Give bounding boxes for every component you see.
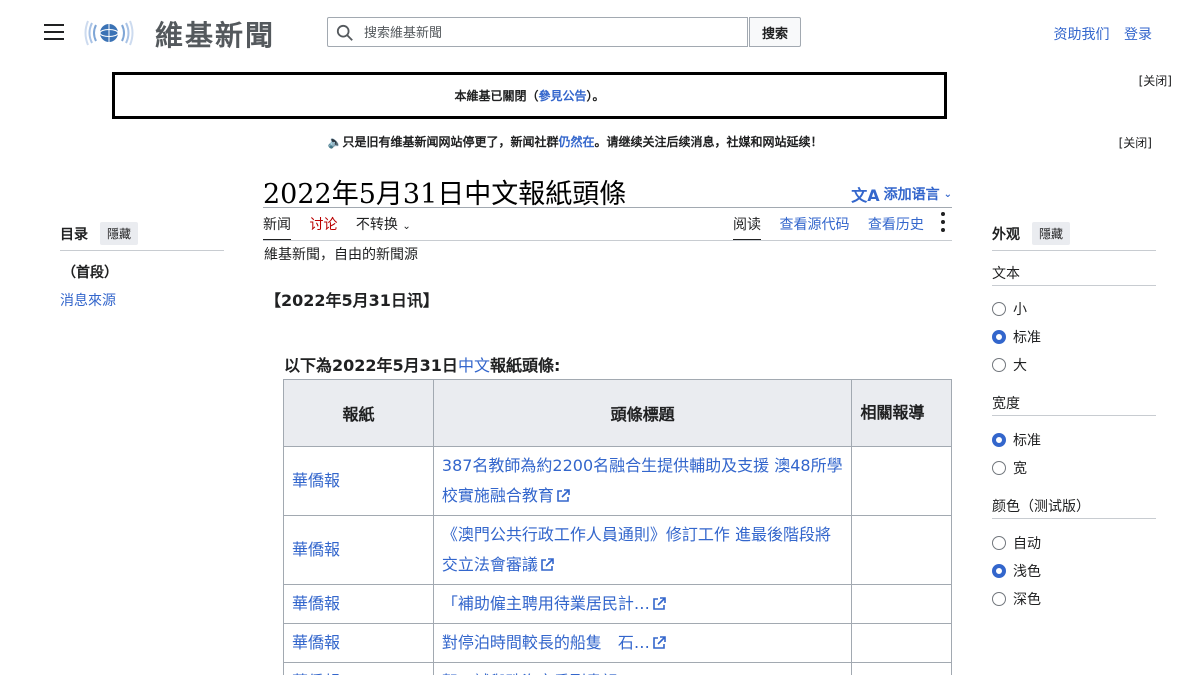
appearance-title: 外观 (992, 227, 1020, 243)
text-option-label: 小 (1013, 302, 1027, 318)
toc-title: 目录 (60, 227, 88, 243)
headline-cell: 對停泊時間較長的船隻 石… (432, 623, 853, 663)
close-banner-button[interactable]: [关闭] (1119, 134, 1152, 151)
color-option[interactable]: 自动 (992, 533, 1041, 553)
personal-tools: 资助我们 登录 (1044, 24, 1152, 44)
text-option[interactable]: 小 (992, 299, 1027, 319)
headline-cell: 賀一試與珠海市委副書記… (432, 662, 853, 675)
paper-cell: 華僑報 (283, 515, 434, 585)
radio-button[interactable] (992, 433, 1006, 447)
toc-item-sources[interactable]: 消息來源 (60, 290, 116, 310)
color-label: 颜色（测试版） (992, 499, 1090, 515)
headline-link[interactable]: 387名教師為約2200名融合生提供輔助及支援 澳48所學校實施融合教育 (442, 456, 843, 505)
toc-item-top[interactable]: （首段） (62, 262, 118, 282)
paper-cell: 華僑報 (283, 584, 434, 624)
related-cell (851, 446, 952, 516)
paper-link[interactable]: 華僑報 (292, 471, 340, 490)
text-option-label: 标准 (1013, 330, 1041, 346)
radio-button[interactable] (992, 330, 1006, 344)
headline-cell: 387名教師為約2200名融合生提供輔助及支援 澳48所學校實施融合教育 (432, 446, 853, 516)
color-option[interactable]: 深色 (992, 589, 1041, 609)
toc-divider (60, 250, 224, 251)
radio-button[interactable] (992, 536, 1006, 550)
related-cell (851, 662, 952, 675)
color-option[interactable]: 浅色 (992, 561, 1041, 581)
text-size-label: 文本 (992, 266, 1020, 282)
toc-hide-button[interactable]: 隱藏 (100, 222, 139, 245)
paper-cell: 華僑報 (283, 623, 434, 663)
radio-button[interactable] (992, 564, 1006, 578)
close-notice-button[interactable]: [关闭] (1139, 72, 1172, 89)
headline-cell: 《澳門公共行政工作人員通則》修訂工作 進最後階段將交立法會審議 (432, 515, 853, 585)
external-link-icon (557, 489, 570, 502)
color-option-label: 自动 (1013, 536, 1041, 552)
appearance-hide-button[interactable]: 隱藏 (1032, 222, 1071, 245)
headline-link[interactable]: 對停泊時間較長的船隻 石… (442, 633, 650, 652)
color-option-label: 深色 (1013, 592, 1041, 608)
headlines-table: 報紙 頭條標題 相關報導 華僑報 387名教師為約2200名融合生提供輔助及支援 … (283, 379, 952, 675)
radio-button[interactable] (992, 302, 1006, 316)
headline-cell: 「補助僱主聘用待業居民計… (432, 584, 853, 624)
donate-link[interactable]: 资助我们 (1054, 27, 1110, 43)
external-link-icon (653, 636, 666, 649)
external-link-icon (541, 558, 554, 571)
related-cell (851, 584, 952, 624)
column-header: 頭條標題 (432, 379, 853, 447)
text-option[interactable]: 大 (992, 355, 1027, 375)
width-option[interactable]: 标准 (992, 430, 1041, 450)
login-link[interactable]: 登录 (1124, 27, 1152, 43)
paper-link[interactable]: 華僑報 (292, 594, 340, 613)
radio-button[interactable] (992, 358, 1006, 372)
radio-button[interactable] (992, 461, 1006, 475)
width-option[interactable]: 宽 (992, 458, 1027, 478)
width-label: 宽度 (992, 396, 1020, 412)
column-header: 報紙 (283, 379, 434, 447)
table-row: 華僑報賀一試與珠海市委副書記… (283, 662, 952, 675)
section-divider (992, 285, 1156, 286)
width-option-label: 宽 (1013, 461, 1027, 477)
table-viewport: 報紙 頭條標題 相關報導 華僑報 387名教師為約2200名融合生提供輔助及支援 … (0, 0, 952, 675)
table-row: 華僑報 387名教師為約2200名融合生提供輔助及支援 澳48所學校實施融合教育 (283, 446, 952, 516)
external-link-icon (653, 597, 666, 610)
headline-link[interactable]: 《澳門公共行政工作人員通則》修訂工作 進最後階段將交立法會審議 (442, 525, 831, 574)
width-option-label: 标准 (1013, 433, 1041, 449)
table-row: 華僑報 「補助僱主聘用待業居民計… (283, 584, 952, 624)
headline-link[interactable]: 「補助僱主聘用待業居民計… (442, 594, 650, 613)
table-row: 華僑報 《澳門公共行政工作人員通則》修訂工作 進最後階段將交立法會審議 (283, 515, 952, 585)
section-divider (992, 518, 1156, 519)
text-option[interactable]: 标准 (992, 327, 1041, 347)
table-row: 華僑報 對停泊時間較長的船隻 石… (283, 623, 952, 663)
related-cell (851, 623, 952, 663)
column-header: 相關報導 (851, 379, 952, 447)
related-cell (851, 515, 952, 585)
section-divider (992, 415, 1156, 416)
text-option-label: 大 (1013, 358, 1027, 374)
radio-button[interactable] (992, 592, 1006, 606)
appearance-divider (992, 250, 1156, 251)
paper-cell: 華僑報 (283, 446, 434, 516)
paper-link[interactable]: 華僑報 (292, 633, 340, 652)
color-option-label: 浅色 (1013, 564, 1041, 580)
paper-cell: 華僑報 (283, 662, 434, 675)
paper-link[interactable]: 華僑報 (292, 540, 340, 559)
